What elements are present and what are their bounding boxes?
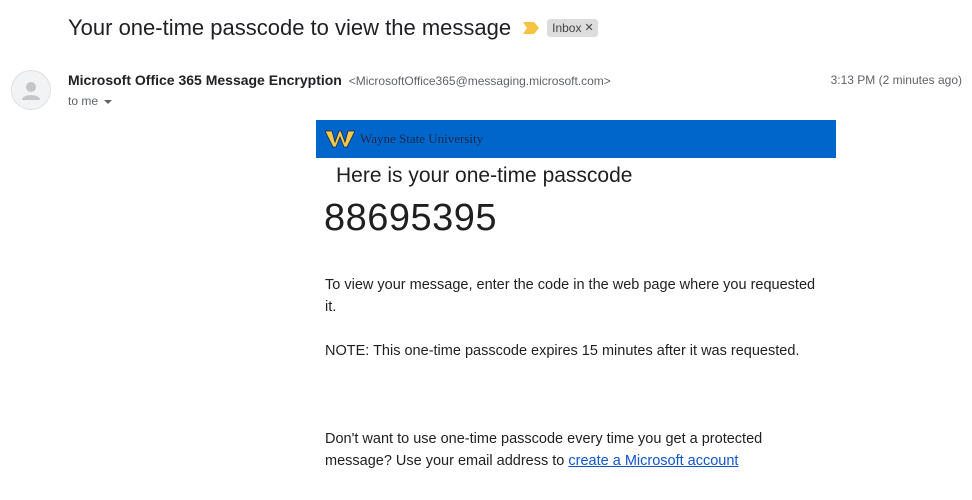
close-icon[interactable]: ✕ xyxy=(584,21,593,34)
sender-avatar[interactable] xyxy=(11,70,51,110)
email-subject: Your one-time passcode to view the messa… xyxy=(68,15,512,40)
label-chip-inbox[interactable]: Inbox ✕ xyxy=(547,19,598,37)
chevron-down-icon[interactable] xyxy=(104,99,113,104)
sender-email: <MicrosoftOffice365@messaging.microsoft.… xyxy=(348,74,611,88)
email-banner: Wayne State University xyxy=(316,120,836,158)
expiry-note: NOTE: This one-time passcode expires 15 … xyxy=(325,343,800,359)
passcode-heading: Here is your one-time passcode xyxy=(336,164,633,187)
footer-text: Don't want to use one-time passcode ever… xyxy=(325,428,825,472)
wayne-state-w-logo xyxy=(325,130,355,148)
sender-line: Microsoft Office 365 Message Encryption … xyxy=(68,72,611,88)
create-microsoft-account-link[interactable]: create a Microsoft account xyxy=(568,453,738,469)
banner-text: Wayne State University xyxy=(360,131,484,146)
default-avatar-icon xyxy=(22,82,40,100)
label-chip-text: Inbox xyxy=(552,20,582,35)
instruction-text: To view your message, enter the code in … xyxy=(325,277,816,315)
email-timestamp[interactable]: 3:13 PM (2 minutes ago) xyxy=(831,73,962,87)
recipient-text: to me xyxy=(68,94,99,108)
passcode-value: 88695395 xyxy=(324,197,498,239)
subject-row: Your one-time passcode to view the messa… xyxy=(68,12,598,44)
sender-name[interactable]: Microsoft Office 365 Message Encryption xyxy=(68,72,342,88)
importance-marker-icon[interactable] xyxy=(523,22,540,34)
recipient-details[interactable]: to me xyxy=(68,94,113,108)
